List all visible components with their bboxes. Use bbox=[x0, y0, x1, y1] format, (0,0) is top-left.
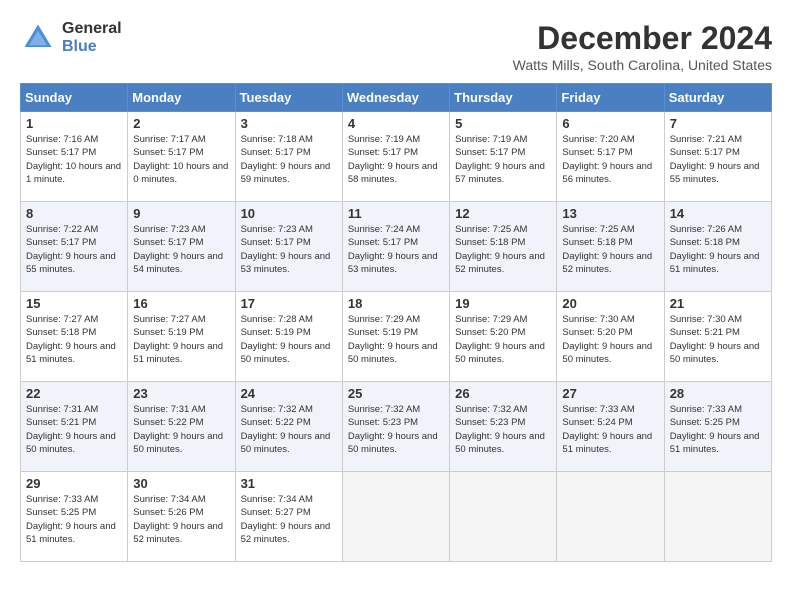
day-cell-12: 12Sunrise: 7:25 AMSunset: 5:18 PMDayligh… bbox=[450, 202, 557, 292]
page-header: General Blue December 2024 Watts Mills, … bbox=[20, 20, 772, 73]
header-sunday: Sunday bbox=[21, 84, 128, 112]
day-cell-10: 10Sunrise: 7:23 AMSunset: 5:17 PMDayligh… bbox=[235, 202, 342, 292]
day-cell-empty bbox=[664, 472, 771, 562]
week-row-3: 15Sunrise: 7:27 AMSunset: 5:18 PMDayligh… bbox=[21, 292, 772, 382]
header-saturday: Saturday bbox=[664, 84, 771, 112]
day-cell-26: 26Sunrise: 7:32 AMSunset: 5:23 PMDayligh… bbox=[450, 382, 557, 472]
week-row-1: 1Sunrise: 7:16 AMSunset: 5:17 PMDaylight… bbox=[21, 112, 772, 202]
day-cell-28: 28Sunrise: 7:33 AMSunset: 5:25 PMDayligh… bbox=[664, 382, 771, 472]
day-cell-9: 9Sunrise: 7:23 AMSunset: 5:17 PMDaylight… bbox=[128, 202, 235, 292]
week-row-4: 22Sunrise: 7:31 AMSunset: 5:21 PMDayligh… bbox=[21, 382, 772, 472]
header-friday: Friday bbox=[557, 84, 664, 112]
day-cell-11: 11Sunrise: 7:24 AMSunset: 5:17 PMDayligh… bbox=[342, 202, 449, 292]
day-cell-1: 1Sunrise: 7:16 AMSunset: 5:17 PMDaylight… bbox=[21, 112, 128, 202]
day-cell-6: 6Sunrise: 7:20 AMSunset: 5:17 PMDaylight… bbox=[557, 112, 664, 202]
header-thursday: Thursday bbox=[450, 84, 557, 112]
day-cell-13: 13Sunrise: 7:25 AMSunset: 5:18 PMDayligh… bbox=[557, 202, 664, 292]
day-cell-31: 31Sunrise: 7:34 AMSunset: 5:27 PMDayligh… bbox=[235, 472, 342, 562]
day-cell-3: 3Sunrise: 7:18 AMSunset: 5:17 PMDaylight… bbox=[235, 112, 342, 202]
logo: General Blue bbox=[20, 20, 122, 56]
day-cell-20: 20Sunrise: 7:30 AMSunset: 5:20 PMDayligh… bbox=[557, 292, 664, 382]
day-cell-2: 2Sunrise: 7:17 AMSunset: 5:17 PMDaylight… bbox=[128, 112, 235, 202]
logo-icon bbox=[20, 20, 56, 56]
header-monday: Monday bbox=[128, 84, 235, 112]
day-cell-15: 15Sunrise: 7:27 AMSunset: 5:18 PMDayligh… bbox=[21, 292, 128, 382]
day-cell-17: 17Sunrise: 7:28 AMSunset: 5:19 PMDayligh… bbox=[235, 292, 342, 382]
logo-text: General Blue bbox=[62, 20, 122, 56]
day-cell-30: 30Sunrise: 7:34 AMSunset: 5:26 PMDayligh… bbox=[128, 472, 235, 562]
location-subtitle: Watts Mills, South Carolina, United Stat… bbox=[513, 57, 772, 73]
day-cell-25: 25Sunrise: 7:32 AMSunset: 5:23 PMDayligh… bbox=[342, 382, 449, 472]
title-block: December 2024 Watts Mills, South Carolin… bbox=[513, 20, 772, 73]
day-cell-empty bbox=[450, 472, 557, 562]
week-row-2: 8Sunrise: 7:22 AMSunset: 5:17 PMDaylight… bbox=[21, 202, 772, 292]
day-cell-4: 4Sunrise: 7:19 AMSunset: 5:17 PMDaylight… bbox=[342, 112, 449, 202]
day-cell-24: 24Sunrise: 7:32 AMSunset: 5:22 PMDayligh… bbox=[235, 382, 342, 472]
day-cell-19: 19Sunrise: 7:29 AMSunset: 5:20 PMDayligh… bbox=[450, 292, 557, 382]
day-cell-7: 7Sunrise: 7:21 AMSunset: 5:17 PMDaylight… bbox=[664, 112, 771, 202]
day-cell-14: 14Sunrise: 7:26 AMSunset: 5:18 PMDayligh… bbox=[664, 202, 771, 292]
day-cell-22: 22Sunrise: 7:31 AMSunset: 5:21 PMDayligh… bbox=[21, 382, 128, 472]
day-cell-empty bbox=[342, 472, 449, 562]
day-cell-29: 29Sunrise: 7:33 AMSunset: 5:25 PMDayligh… bbox=[21, 472, 128, 562]
day-cell-empty bbox=[557, 472, 664, 562]
day-cell-8: 8Sunrise: 7:22 AMSunset: 5:17 PMDaylight… bbox=[21, 202, 128, 292]
day-cell-27: 27Sunrise: 7:33 AMSunset: 5:24 PMDayligh… bbox=[557, 382, 664, 472]
day-cell-21: 21Sunrise: 7:30 AMSunset: 5:21 PMDayligh… bbox=[664, 292, 771, 382]
day-cell-16: 16Sunrise: 7:27 AMSunset: 5:19 PMDayligh… bbox=[128, 292, 235, 382]
header-wednesday: Wednesday bbox=[342, 84, 449, 112]
calendar-header-row: SundayMondayTuesdayWednesdayThursdayFrid… bbox=[21, 84, 772, 112]
header-tuesday: Tuesday bbox=[235, 84, 342, 112]
day-cell-23: 23Sunrise: 7:31 AMSunset: 5:22 PMDayligh… bbox=[128, 382, 235, 472]
calendar-table: SundayMondayTuesdayWednesdayThursdayFrid… bbox=[20, 83, 772, 562]
week-row-5: 29Sunrise: 7:33 AMSunset: 5:25 PMDayligh… bbox=[21, 472, 772, 562]
month-title: December 2024 bbox=[513, 20, 772, 57]
day-cell-18: 18Sunrise: 7:29 AMSunset: 5:19 PMDayligh… bbox=[342, 292, 449, 382]
day-cell-5: 5Sunrise: 7:19 AMSunset: 5:17 PMDaylight… bbox=[450, 112, 557, 202]
